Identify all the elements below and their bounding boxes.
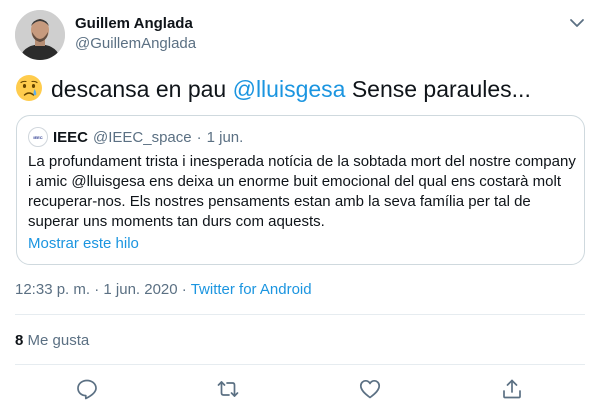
likes-number: 8 xyxy=(15,332,24,349)
retweet-icon[interactable] xyxy=(216,377,240,401)
share-icon[interactable] xyxy=(500,377,524,401)
author-name[interactable]: Guillem Anglada xyxy=(75,15,196,33)
quoted-avatar-logo: IEEC xyxy=(33,134,43,140)
divider xyxy=(15,314,585,315)
quoted-date: 1 jun. xyxy=(206,128,244,146)
quoted-separator: · xyxy=(196,128,202,146)
meta-separator: · xyxy=(94,281,100,298)
tweet-time[interactable]: 12:33 p. m. xyxy=(15,281,90,298)
divider xyxy=(15,364,585,365)
chevron-down-icon[interactable] xyxy=(566,12,588,34)
author-info[interactable]: Guillem Anglada @GuillemAnglada xyxy=(75,15,196,53)
quoted-avatar: IEEC xyxy=(28,127,48,147)
quoted-author-name: IEEC xyxy=(53,128,89,146)
tweet-text: descansa en pau @lluisgesa Sense paraule… xyxy=(15,74,531,104)
tweet-text-before: descansa en pau xyxy=(51,76,233,102)
crying-face-icon xyxy=(15,74,43,102)
tweet-source-link[interactable]: Twitter for Android xyxy=(191,281,312,298)
quoted-author-handle: @IEEC_space xyxy=(93,128,192,146)
tweet-mention-link[interactable]: @lluisgesa xyxy=(233,76,346,102)
tweet-date[interactable]: 1 jun. 2020 xyxy=(103,281,177,298)
tweet-text-after: Sense paraules... xyxy=(345,76,531,102)
quoted-tweet-body: La profundament trista i inesperada notí… xyxy=(28,153,576,230)
show-thread-link[interactable]: Mostrar este hilo xyxy=(28,235,139,252)
author-handle[interactable]: @GuillemAnglada xyxy=(75,35,196,53)
quoted-tweet-header: IEEC IEEC @IEEC_space · 1 jun. xyxy=(28,127,243,147)
avatar-photo xyxy=(15,10,65,60)
tweet-metadata: 12:33 p. m. · 1 jun. 2020 · Twitter for … xyxy=(15,281,312,298)
quoted-tweet[interactable]: IEEC IEEC @IEEC_space · 1 jun. La profun… xyxy=(16,115,585,265)
likes-label: Me gusta xyxy=(27,332,90,349)
like-icon[interactable] xyxy=(358,377,382,401)
reply-icon[interactable] xyxy=(75,377,99,401)
likes-count[interactable]: 8 Me gusta xyxy=(15,332,89,349)
avatar[interactable] xyxy=(15,10,65,60)
meta-separator: · xyxy=(181,281,187,298)
